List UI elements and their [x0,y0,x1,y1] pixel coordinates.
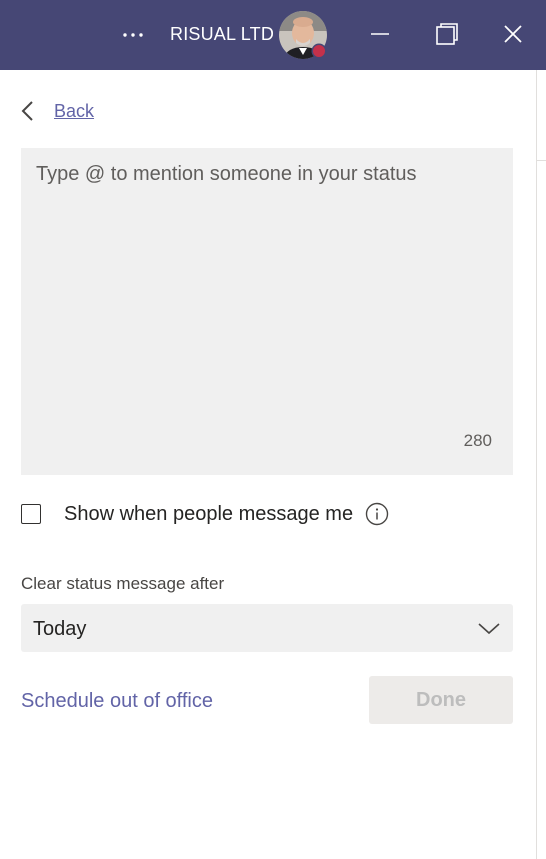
title-bar: RISUAL LTD [0,0,546,70]
info-icon [365,502,389,526]
avatar[interactable] [279,11,327,59]
close-button[interactable] [493,14,533,54]
clear-after-dropdown[interactable]: Today [21,604,513,652]
maximize-button[interactable] [427,14,467,54]
set-status-message-panel: Back Type @ to mention someone in your s… [0,70,536,859]
more-options-button[interactable] [118,20,148,50]
chevron-left-icon [21,101,33,121]
chevron-down-icon [478,623,500,635]
minimize-icon [371,33,389,35]
clear-after-label: Clear status message after [21,574,225,593]
close-icon [504,25,522,43]
presence-dot [313,45,325,57]
schedule-out-of-office-link[interactable]: Schedule out of office [21,690,213,713]
ellipsis-icon [123,33,143,37]
restore-icon [436,23,458,45]
back-button[interactable]: Back [20,100,94,122]
background-window-edge [536,70,546,859]
show-when-label[interactable]: Show when people message me [64,503,353,526]
character-counter: 280 [463,431,492,450]
show-when-checkbox[interactable] [21,504,41,524]
organization-name: RISUAL LTD [170,24,275,44]
show-when-row: Show when people message me [21,502,389,526]
back-label[interactable]: Back [54,101,94,122]
minimize-button[interactable] [360,14,400,54]
status-placeholder: Type @ to mention someone in your status [36,163,417,185]
done-button[interactable]: Done [369,676,513,724]
avatar-picture [279,11,327,59]
divider [537,160,546,161]
status-message-textarea[interactable]: Type @ to mention someone in your status… [21,148,513,475]
clear-after-value: Today [33,618,87,640]
info-button[interactable] [365,502,389,526]
